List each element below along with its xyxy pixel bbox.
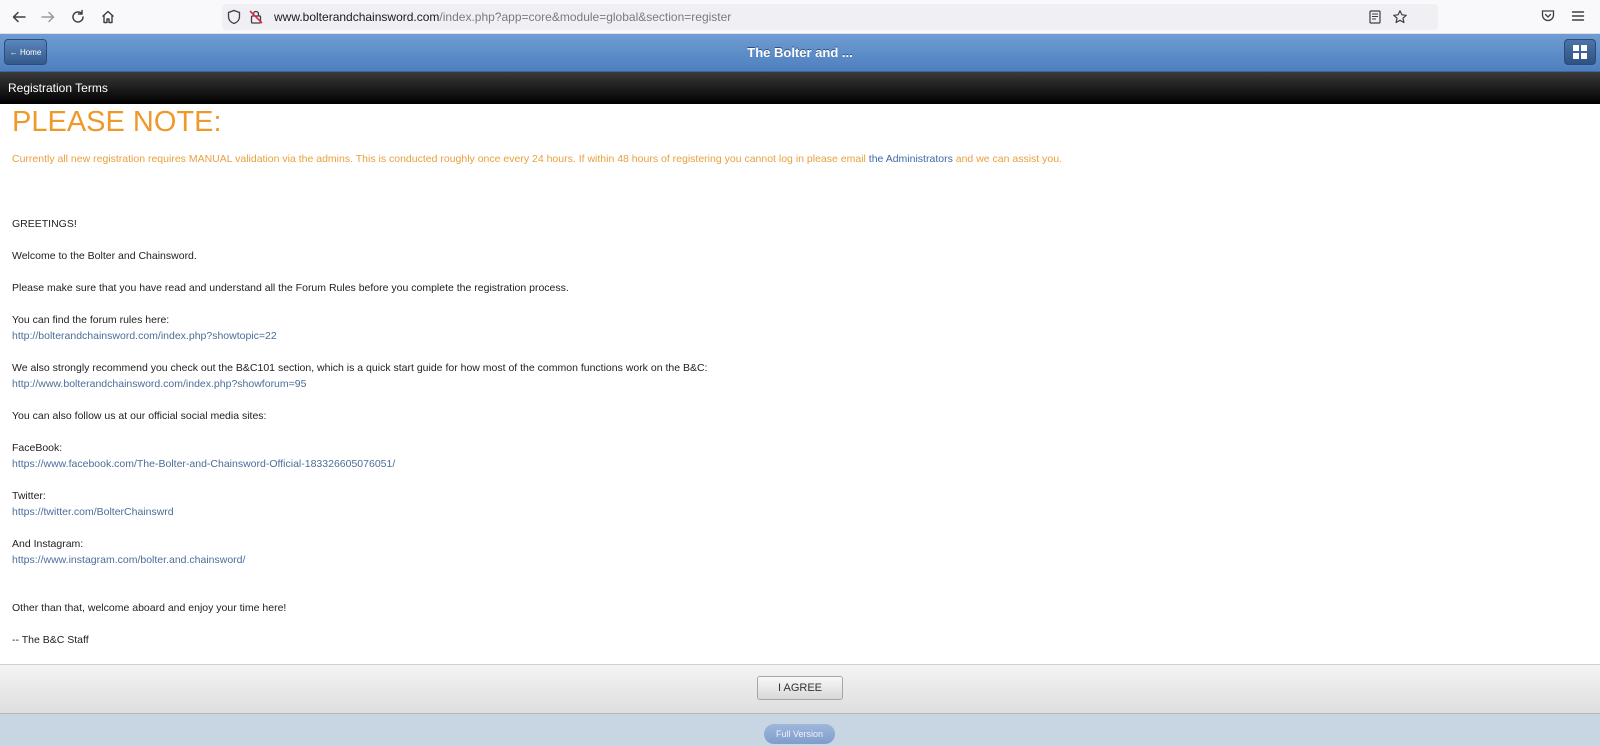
shield-icon[interactable] (226, 9, 242, 25)
bottom-area: Full Version (0, 714, 1600, 746)
grid-icon (1573, 45, 1587, 59)
url-host: www.bolterandchainsword.com (274, 10, 440, 24)
rules-prompt-text: Please make sure that you have read and … (12, 282, 569, 294)
facebook-link[interactable]: https://www.facebook.com/The-Bolter-and-… (12, 458, 395, 470)
instagram-link[interactable]: https://www.instagram.com/bolter.and.cha… (12, 554, 245, 566)
social-intro-text: You can also follow us at our official s… (12, 410, 267, 422)
forward-arrow-icon[interactable] (38, 7, 58, 27)
grid-menu-button[interactable] (1564, 39, 1596, 65)
b101-text: We also strongly recommend you check out… (12, 362, 708, 374)
instagram-label: And Instagram: (12, 538, 84, 550)
greeting-text: GREETINGS! (12, 218, 77, 230)
full-version-button[interactable]: Full Version (764, 724, 835, 744)
notice-text-after: and we can assist you. (952, 153, 1062, 165)
agree-bar: I AGREE (0, 664, 1600, 714)
browser-toolbar: www.bolterandchainsword.com/index.php?ap… (0, 0, 1600, 34)
twitter-label: Twitter: (12, 490, 46, 502)
closing-text: Other than that, welcome aboard and enjo… (12, 602, 287, 614)
section-title: Registration Terms (0, 72, 1600, 104)
reader-view-icon[interactable] (1367, 9, 1383, 25)
twitter-link[interactable]: https://twitter.com/BolterChainswrd (12, 506, 174, 518)
home-button[interactable]: ← Home (4, 39, 47, 65)
lock-warning-icon[interactable] (248, 9, 264, 25)
b101-link[interactable]: http://www.bolterandchainsword.com/index… (12, 378, 306, 390)
forum-rules-link[interactable]: http://bolterandchainsword.com/index.php… (12, 330, 277, 342)
url-bar[interactable]: www.bolterandchainsword.com/index.php?ap… (222, 4, 1438, 30)
notice-title: PLEASE NOTE: (12, 106, 222, 138)
administrators-link[interactable]: the Administrators (869, 153, 953, 165)
reload-icon[interactable] (68, 7, 88, 27)
facebook-label: FaceBook: (12, 442, 63, 454)
staff-signature: -- The B&C Staff (12, 634, 89, 646)
pocket-icon[interactable] (1540, 8, 1558, 26)
site-header: The Bolter and ... ← Home (0, 34, 1600, 72)
back-arrow-icon[interactable] (9, 7, 29, 27)
notice-text-before: Currently all new registration requires … (12, 153, 869, 165)
home-icon[interactable] (98, 7, 118, 27)
url-path: /index.php?app=core&module=global&sectio… (439, 10, 732, 24)
agree-button[interactable]: I AGREE (757, 676, 843, 700)
menu-icon[interactable] (1570, 8, 1588, 26)
welcome-text: Welcome to the Bolter and Chainsword. (12, 250, 197, 262)
notice-text: Currently all new registration requires … (12, 153, 1062, 165)
rules-find-text: You can find the forum rules here: (12, 314, 170, 326)
url-text[interactable]: www.bolterandchainsword.com/index.php?ap… (274, 10, 731, 24)
site-title: The Bolter and ... (747, 45, 853, 60)
bookmark-star-icon[interactable] (1392, 9, 1408, 25)
